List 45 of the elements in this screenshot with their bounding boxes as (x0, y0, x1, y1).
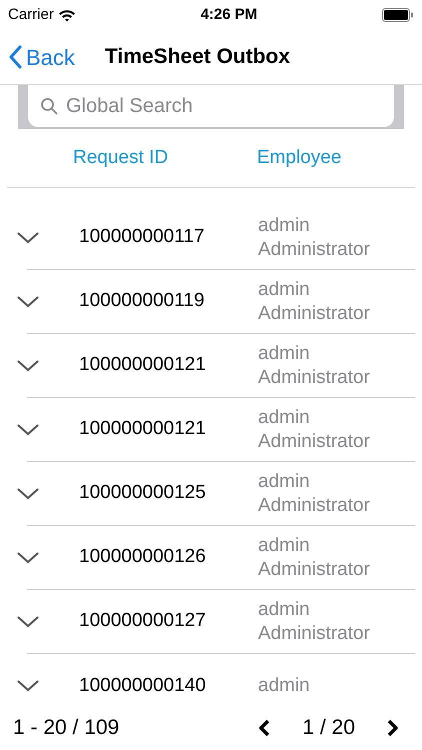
chevron-down-icon[interactable] (17, 680, 39, 692)
chevron-down-icon[interactable] (17, 488, 39, 500)
chevron-down-icon[interactable] (17, 616, 39, 628)
battery-icon (382, 8, 414, 22)
request-id: 100000000127 (79, 609, 207, 634)
column-header[interactable]: Employee (257, 144, 342, 172)
chevron-down-icon[interactable] (17, 360, 39, 372)
employee-username: admin (258, 534, 311, 558)
employee-username: admin (258, 598, 311, 622)
chevron-down-icon[interactable] (17, 296, 39, 308)
employee-name: Administrator (258, 430, 370, 454)
employee-username: admin (258, 342, 311, 366)
search-icon (40, 97, 58, 115)
back-chevron-icon (8, 45, 22, 69)
request-id: 100000000140 (79, 674, 207, 698)
employee-username: admin (258, 214, 311, 238)
chevron-down-icon[interactable] (17, 232, 39, 244)
clock-label: 4:26 PM (200, 4, 258, 25)
employee-username: admin (258, 470, 311, 494)
column-header[interactable]: Request ID (73, 144, 257, 172)
request-id: 100000000126 (79, 545, 207, 570)
chevron-down-icon[interactable] (17, 424, 39, 436)
request-id: 100000000125 (79, 481, 207, 506)
next-page-icon[interactable] (385, 718, 399, 736)
employee-username: admin (258, 674, 310, 698)
chevron-down-icon[interactable] (17, 552, 39, 564)
record-range: 1 - 20 / 109 (13, 714, 120, 741)
employee-name: Administrator (258, 366, 370, 390)
page-indicator: 1 / 20 (302, 714, 355, 741)
employee-name: Administrator (258, 494, 370, 518)
search-field[interactable]: Global Search (28, 85, 394, 127)
employee-username: admin (258, 278, 311, 302)
request-id: 100000000117 (79, 225, 206, 250)
request-id: 100000000121 (79, 417, 207, 442)
request-id: 100000000121 (79, 353, 207, 378)
employee-username: admin (258, 406, 311, 430)
employee-name: Administrator (258, 302, 370, 326)
screen-title: TimeSheet Outbox (104, 44, 290, 70)
employee-name: Administrator (258, 558, 370, 582)
request-id: 100000000119 (79, 289, 206, 314)
employee-name: Administrator (258, 238, 370, 262)
wifi-icon (58, 8, 76, 22)
employee-name: Administrator (258, 622, 370, 646)
carrier-label: Carrier (8, 4, 54, 25)
back-button[interactable]: Back (0, 40, 75, 74)
